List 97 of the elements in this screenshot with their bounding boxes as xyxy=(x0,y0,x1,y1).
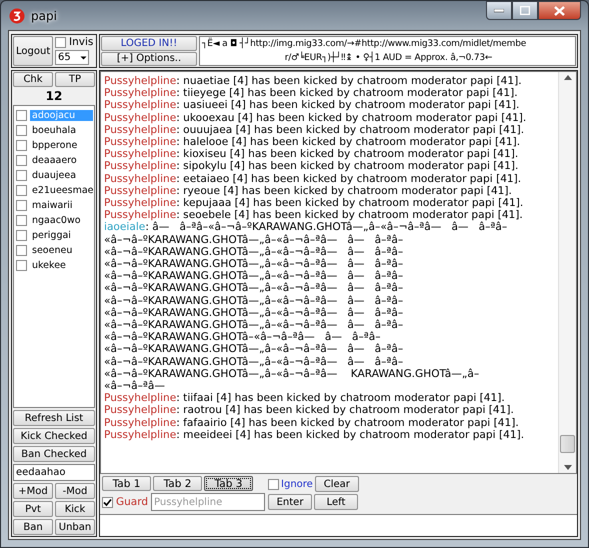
user-action-button[interactable]: -Mod xyxy=(55,483,95,499)
user-item[interactable]: e21ueesmae xyxy=(30,185,96,196)
chat-message: Pussyhelpline: tiieyege [4] has been kicked by chatroom moderator papi [41]. xyxy=(104,87,519,100)
chat-message-line: «â–¬â–ªâ— xyxy=(104,380,166,392)
chat-message: Pussyhelpline: eetaiaeo [4] has been kicked by chatroom moderator papi [41]. xyxy=(104,172,522,185)
chat-message-line: «â–¬â–ºKARAWANG.GHOTâ—„â–«â–¬â–ªâ— KARAWANG.GHOTâ—„â– xyxy=(104,368,480,380)
guard-label: Guard xyxy=(116,496,148,508)
scroll-down-icon[interactable] xyxy=(564,465,572,470)
count-select[interactable]: 65 xyxy=(55,50,89,65)
user-checkbox[interactable] xyxy=(16,230,27,241)
chat-message-line: «â–¬â–ºKARAWANG.GHOTâ—„â–«â–¬â–ªâ— â— â–ªâ– xyxy=(104,282,404,295)
chat-message: Pussyhelpline: meeideei [4] has been kicked by chatroom moderator papi [41]. xyxy=(104,428,526,442)
user-checkbox[interactable] xyxy=(16,155,27,166)
banner-line: r/♂╘EUR┐)┼┘‼↨ • ♀┤1 AUD = Approx. â‚¬0.73← xyxy=(284,51,492,65)
user-action-button[interactable]: Ban xyxy=(13,519,53,535)
chat-message: Pussyhelpline: raotrou [4] has been kicked by chatroom moderator papi [41]. xyxy=(104,404,515,417)
user-checkbox[interactable] xyxy=(16,185,27,196)
scrollbar[interactable] xyxy=(558,72,576,473)
app-icon xyxy=(9,8,25,24)
user-checkbox[interactable] xyxy=(16,140,27,151)
user-item[interactable]: ukekee xyxy=(30,260,93,271)
user-checkbox[interactable] xyxy=(16,200,27,211)
chat-message-line: «â–¬â–ºKARAWANG.GHOTâ—„â–«â–¬â–ªâ— â— â–ªâ– xyxy=(104,270,404,282)
close-icon xyxy=(554,6,565,16)
chat-message: Pussyhelpline: sipokylu [4] has been kicked by chatroom moderator papi [41]. xyxy=(104,160,520,173)
tab[interactable]: Tab 3 xyxy=(204,476,253,491)
sidebar-button[interactable]: Chk xyxy=(13,72,53,87)
name-field[interactable]: eedaahao xyxy=(13,464,95,481)
logout-button[interactable]: Logout xyxy=(13,36,53,66)
user-item[interactable]: ngaac0wo xyxy=(30,215,93,226)
chat-message: Pussyhelpline: nuaetiae [4] has been kicked by chatroom moderator papi [41]. xyxy=(104,75,523,88)
minimize-button[interactable] xyxy=(486,1,512,20)
guard-checkbox[interactable] xyxy=(102,496,113,508)
window-title: papi xyxy=(31,8,57,22)
user-checkbox[interactable] xyxy=(16,245,27,256)
chat-message-line: «â–¬â–ºKARAWANG.GHOTâ—„â–«â–¬â–ªâ— â— â–ªâ– xyxy=(104,246,404,258)
chat-message: Pussyhelpline: halelooe [4] has been kicked by chatroom moderator papi [41]. xyxy=(104,136,522,148)
user-action-button[interactable]: Pvt xyxy=(13,501,53,517)
chat-message-line: «â–¬â–ºKARAWANG.GHOTâ—„â–«â–¬â–ªâ— â— â–ªâ– xyxy=(104,294,404,307)
chat-message: Pussyhelpline: ukooexau [4] has been kicked by chatroom moderator papi [41]. xyxy=(104,112,528,124)
chat-message-line: «â–¬â–ºKARAWANG.GHOTâ—„â–«â–¬â–ªâ— â— â–ªâ– xyxy=(104,258,404,270)
user-checkbox[interactable] xyxy=(16,125,27,136)
user-count: 12 xyxy=(44,89,64,103)
banner-line: ┐Ë◄ a ◘ ┤┘http://img.mig33.com/→#http://www.mig33.com/midlet/membe xyxy=(200,37,526,51)
action-button[interactable]: Kick Checked xyxy=(13,428,95,444)
chat-message: Pussyhelpline: seoebele [4] has been kicked by chatroom moderator papi [41]. xyxy=(104,209,524,222)
action-button[interactable]: Ban Checked xyxy=(13,446,95,462)
chat-message: Pussyhelpline: ouuujaea [4] has been kicked by chatroom moderator papi [41]. xyxy=(104,124,526,136)
guard-target-field[interactable]: Pussyhelpline xyxy=(151,493,266,511)
chat-message-line: «â–¬â–ºKARAWANG.GHOTâ—„â–«â–¬â–ªâ— â— â–ªâ– xyxy=(104,319,404,332)
chat-message-line: «â–¬â–ºKARAWANG.GHOTâ—„â–«â–¬â–ªâ— â— â–ªâ– xyxy=(104,356,404,368)
chat-message-line: «â–¬â–ºKARAWANG.GHOTâ—„â–«â–¬â–ªâ— â— â–ªâ– xyxy=(104,343,404,356)
user-action-button[interactable]: Kick xyxy=(55,501,95,517)
scroll-thumb[interactable] xyxy=(560,435,575,453)
user-item[interactable]: maiwarii xyxy=(30,200,93,211)
tab[interactable]: Tab 2 xyxy=(153,476,202,491)
chat-message: iaoeiale: â— â–ªâ–«â–¬â–ºKARAWANG.GHOTâ—„â–«â–¬â–ªâ— â— â–ªâ– xyxy=(104,221,508,234)
invisible-label: Invis xyxy=(69,36,94,48)
close-button[interactable] xyxy=(538,1,581,20)
dropdown-icon[interactable] xyxy=(79,54,88,60)
chat-message: Pussyhelpline: uasiueei [4] has been kicked by chatroom moderator papi [41]. xyxy=(104,99,520,112)
chat-message-line: «â–¬â–ºKARAWANG.GHOTâ–«â–¬â–ªâ— â— â–ªâ– xyxy=(104,331,382,344)
action-button[interactable]: Refresh List xyxy=(13,410,95,426)
user-checkbox[interactable] xyxy=(16,215,27,226)
options-button[interactable]: [+] Options.. xyxy=(101,52,197,66)
maximize-icon xyxy=(520,6,530,15)
invisible-checkbox[interactable] xyxy=(55,36,66,48)
ignore-checkbox[interactable] xyxy=(268,478,280,490)
chat-message: Pussyhelpline: fafaairio [4] has been kicked by chatroom moderator papi [41]. xyxy=(104,416,520,429)
user-item[interactable]: seoeneu xyxy=(30,245,93,256)
ignore-label: Ignore xyxy=(281,478,313,490)
user-item[interactable]: duaujeea xyxy=(30,170,93,181)
user-checkbox[interactable] xyxy=(16,110,27,121)
message-input[interactable] xyxy=(100,514,577,536)
chat-message-line: «â–¬â–ºKARAWANG.GHOTâ—„â–«â–¬â–ªâ— â— â–ªâ– xyxy=(104,234,404,246)
user-item[interactable]: deaaaero xyxy=(30,155,93,166)
user-checkbox[interactable] xyxy=(16,260,27,271)
user-action-button[interactable]: +Mod xyxy=(13,483,53,499)
chat-message: Pussyhelpline: kioxiseu [4] has been kicked by chatroom moderator papi [41]. xyxy=(104,148,520,160)
user-item[interactable]: bpperone xyxy=(30,140,93,151)
user-checkbox[interactable] xyxy=(16,170,27,181)
chat-button[interactable]: Left xyxy=(314,494,358,510)
logged-in-button[interactable]: LOGED IN!! xyxy=(101,36,197,50)
sidebar-button[interactable]: TP xyxy=(55,72,95,87)
chat-message: Pussyhelpline: ryeoue [4] has been kicked by chatroom moderator papi [41]. xyxy=(104,184,513,198)
tab[interactable]: Tab 1 xyxy=(102,476,151,491)
chat-button[interactable]: Clear xyxy=(314,476,359,492)
user-item[interactable]: boeuhala xyxy=(30,125,93,136)
minimize-icon xyxy=(494,8,504,12)
user-action-button[interactable]: Unban xyxy=(55,519,95,535)
scroll-up-icon[interactable] xyxy=(564,75,572,80)
user-item[interactable]: periggai xyxy=(30,230,93,241)
maximize-button[interactable] xyxy=(512,1,538,20)
chat-message-line: «â–¬â–ºKARAWANG.GHOTâ—„â–«â–¬â–ªâ— â— â–ªâ– xyxy=(104,306,404,320)
chat-message: Pussyhelpline: kepujaaa [4] has been kicked by chatroom moderator papi [41]. xyxy=(104,197,524,210)
chat-button[interactable]: Enter xyxy=(268,494,312,510)
chat-message: Pussyhelpline: tiifaai [4] has been kicked by chatroom moderator papi [41]. xyxy=(104,392,506,404)
